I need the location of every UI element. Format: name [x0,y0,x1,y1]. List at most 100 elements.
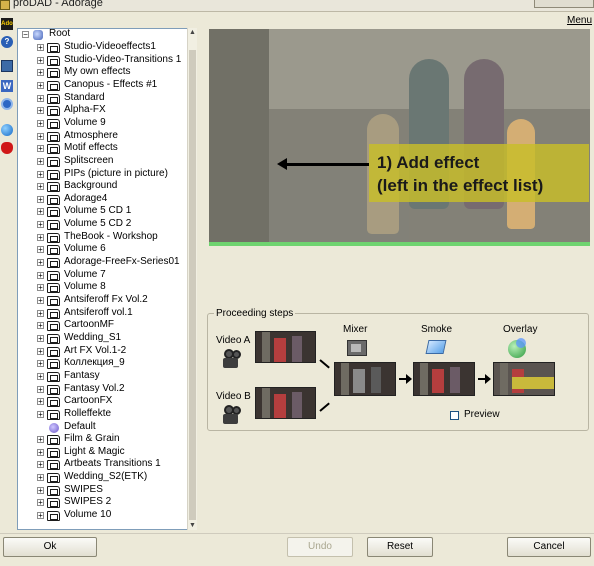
effect-tree[interactable]: − Root + Studio-Videoeffects1 + Studio-Vide… [17,28,188,530]
smoke-thumbnail[interactable] [413,362,475,396]
expand-icon[interactable]: + [37,272,44,280]
blue-ball-icon[interactable] [1,124,13,136]
video-a-thumbnail[interactable] [255,331,316,363]
video-b-thumbnail[interactable] [255,387,316,419]
expand-icon[interactable]: + [37,386,44,394]
effect-folder-icon [47,43,60,53]
root-folder-icon [33,30,43,40]
expand-icon[interactable]: + [37,234,44,242]
default-effect-icon [49,423,59,433]
video-a-film-icon[interactable] [221,349,243,369]
smoke-icon[interactable] [425,340,447,354]
effect-folder-icon [47,258,60,268]
effect-folder-icon [47,372,60,382]
effect-folder-icon [47,233,60,243]
expand-icon[interactable]: + [37,183,44,191]
tree-item-label: Background [64,180,118,191]
arrow-head-icon [485,374,491,384]
expand-icon[interactable]: + [37,436,44,444]
expand-icon[interactable]: + [37,398,44,406]
help-icon[interactable]: ? [1,36,13,48]
expand-icon[interactable]: + [37,145,44,153]
mixer-label: Mixer [343,324,368,335]
adorage-logo-icon[interactable]: Ado [1,18,13,30]
bug-icon[interactable] [1,142,13,154]
scroll-up-arrow-icon[interactable]: ▲ [188,28,197,37]
tree-item-label: Standard [64,92,105,103]
expand-icon[interactable]: + [37,133,44,141]
w-icon[interactable]: W [1,80,13,92]
expand-icon[interactable]: + [37,158,44,166]
ok-button[interactable]: Ok [3,537,97,557]
expand-icon[interactable]: + [37,95,44,103]
tree-item-label: Atmosphere [64,130,118,141]
expand-icon[interactable]: + [37,82,44,90]
monitor-icon[interactable] [1,60,13,72]
reset-button[interactable]: Reset [367,537,433,557]
callout-arrow-head-icon [277,158,287,170]
tree-item-label: Default [64,421,96,432]
expand-icon[interactable]: + [37,335,44,343]
overlay-label: Overlay [503,324,538,335]
expand-icon[interactable]: + [37,107,44,115]
title-bar: proDAD - Adorage [0,0,594,12]
expand-icon[interactable]: + [37,499,44,507]
expand-icon[interactable]: + [37,259,44,267]
expand-icon[interactable]: + [37,474,44,482]
expand-icon[interactable]: + [37,512,44,520]
undo-button[interactable]: Undo [287,537,353,557]
video-b-film-icon[interactable] [221,405,243,425]
overlay-thumbnail[interactable] [493,362,555,396]
settings-gear-icon[interactable] [1,98,13,110]
expand-icon[interactable]: + [37,208,44,216]
mixer-thumbnail[interactable] [334,362,396,396]
effect-folder-icon [47,220,60,230]
expand-icon[interactable]: + [37,171,44,179]
tree-item-label: PIPs (picture in picture) [64,168,168,179]
tree-item-label: Alpha-FX [64,104,106,115]
expand-icon[interactable]: + [37,373,44,381]
tree-item-label: Studio-Video-Transitions 1 [64,54,182,65]
preview-checkbox-label[interactable]: Preview [464,409,500,420]
expand-icon[interactable]: + [37,449,44,457]
expand-icon[interactable]: + [37,348,44,356]
expand-icon[interactable]: + [37,322,44,330]
expand-icon[interactable]: + [37,69,44,77]
effect-folder-icon [47,385,60,395]
expand-icon[interactable]: + [37,411,44,419]
cancel-button[interactable]: Cancel [507,537,591,557]
collapse-icon[interactable]: − [22,31,29,39]
tree-item-label: Antsiferoff Fx Vol.2 [64,294,148,305]
expand-icon[interactable]: + [37,284,44,292]
expand-icon[interactable]: + [37,120,44,128]
expand-icon[interactable]: + [37,297,44,305]
expand-icon[interactable]: + [37,57,44,65]
tree-item-label: Wedding_S1 [64,332,122,343]
expand-icon[interactable]: + [37,221,44,229]
effect-folder-icon [47,460,60,470]
scroll-thumb[interactable] [189,50,196,520]
overlay-icon[interactable] [508,338,526,358]
expand-icon[interactable]: + [37,487,44,495]
window-close-button[interactable] [534,0,594,8]
preview-checkbox[interactable] [450,411,459,420]
effect-folder-icon [47,397,60,407]
tree-item-label: Volume 5 CD 1 [64,205,132,216]
tree-item-label: Studio-Videoeffects1 [64,41,156,52]
scroll-down-arrow-icon[interactable]: ▼ [188,521,197,530]
expand-icon[interactable]: + [37,196,44,204]
menu-button[interactable]: Menu [567,15,592,26]
effect-folder-icon [47,435,60,445]
callout-text: 1) Add effect (left in the effect list) [377,153,544,195]
effect-folder-icon [47,245,60,255]
expand-icon[interactable]: + [37,360,44,368]
tree-scrollbar[interactable]: ▲ ▼ [187,28,197,530]
mixer-icon[interactable] [347,340,367,356]
tree-item-label: Volume 6 [64,243,106,254]
expand-icon[interactable]: + [37,246,44,254]
effect-folder-icon [47,170,60,180]
expand-icon[interactable]: + [37,44,44,52]
tree-item-label: SWIPES 2 [64,496,112,507]
expand-icon[interactable]: + [37,310,44,318]
expand-icon[interactable]: + [37,461,44,469]
